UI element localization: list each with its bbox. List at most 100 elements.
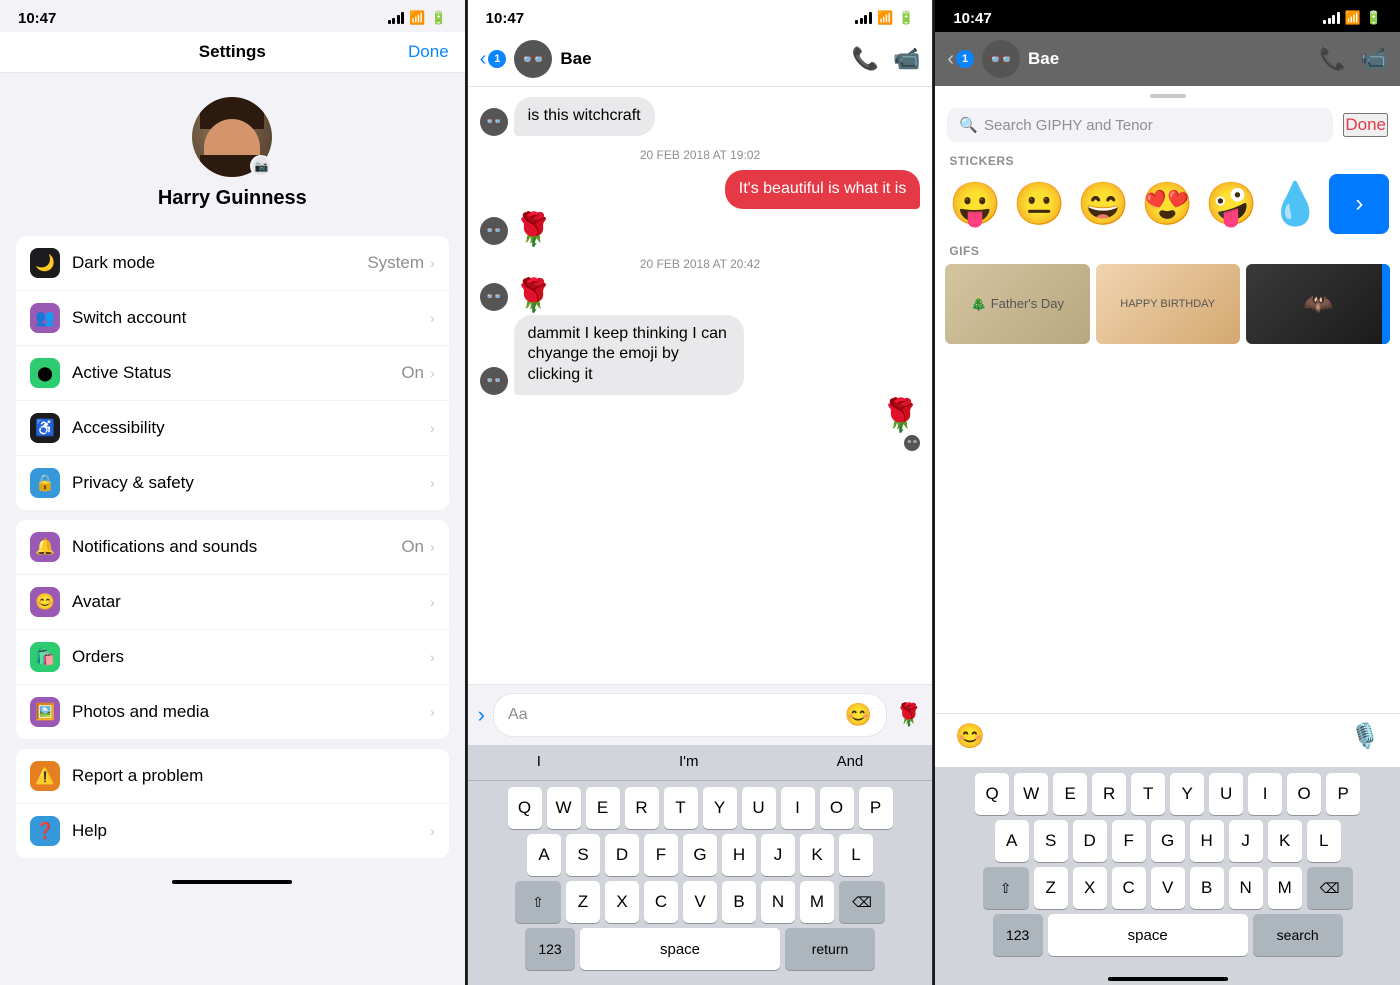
key-gif-l[interactable]: L <box>1307 820 1341 862</box>
key-i[interactable]: I <box>781 787 815 829</box>
sticker-more-button[interactable]: › <box>1329 174 1389 234</box>
key-c[interactable]: C <box>644 881 678 923</box>
chat-input-field[interactable]: Aa 😊 <box>493 693 887 737</box>
key-shift[interactable]: ⇧ <box>515 881 561 923</box>
settings-item-accessibility[interactable]: ♿ Accessibility › <box>16 401 449 456</box>
gif-movie[interactable]: 🦇 <box>1246 264 1390 344</box>
settings-item-switch-account[interactable]: 👥 Switch account › <box>16 291 449 346</box>
key-123[interactable]: 123 <box>525 928 575 970</box>
gif-phone-button[interactable]: 📞 <box>1319 46 1346 72</box>
phone-call-button[interactable]: 📞 <box>852 46 879 72</box>
sticker-laughing[interactable]: 😛 <box>945 174 1005 234</box>
settings-done-button[interactable]: Done <box>408 42 449 62</box>
gif-back-button[interactable]: ‹ 1 <box>947 48 974 71</box>
key-k[interactable]: K <box>800 834 834 876</box>
key-gif-s[interactable]: S <box>1034 820 1068 862</box>
expand-button[interactable]: › <box>478 702 485 728</box>
key-gif-space[interactable]: space <box>1048 914 1248 956</box>
key-backspace[interactable]: ⌫ <box>839 881 885 923</box>
gif-happy-birthday[interactable]: HAPPY BIRTHDAY <box>1096 264 1240 344</box>
key-gif-n[interactable]: N <box>1229 867 1263 909</box>
key-h[interactable]: H <box>722 834 756 876</box>
key-n[interactable]: N <box>761 881 795 923</box>
key-d[interactable]: D <box>605 834 639 876</box>
settings-item-help[interactable]: ❓ Help › <box>16 804 449 858</box>
key-gif-w[interactable]: W <box>1014 773 1048 815</box>
key-gif-o[interactable]: O <box>1287 773 1321 815</box>
key-gif-u[interactable]: U <box>1209 773 1243 815</box>
key-gif-q[interactable]: Q <box>975 773 1009 815</box>
sticker-hearts[interactable]: 😍 <box>1137 174 1197 234</box>
key-gif-k[interactable]: K <box>1268 820 1302 862</box>
gif-done-button[interactable]: Done <box>1343 113 1388 137</box>
key-gif-search[interactable]: search <box>1253 914 1343 956</box>
key-gif-y[interactable]: Y <box>1170 773 1204 815</box>
key-r[interactable]: R <box>625 787 659 829</box>
emoji-button[interactable]: 😊 <box>845 702 872 728</box>
key-f[interactable]: F <box>644 834 678 876</box>
key-gif-v[interactable]: V <box>1151 867 1185 909</box>
key-o[interactable]: O <box>820 787 854 829</box>
gif-search-bar[interactable]: 🔍 Search GIPHY and Tenor <box>947 108 1333 142</box>
key-gif-j[interactable]: J <box>1229 820 1263 862</box>
key-gif-b[interactable]: B <box>1190 867 1224 909</box>
microphone-icon[interactable]: 🎙️ <box>1350 722 1380 751</box>
key-gif-i[interactable]: I <box>1248 773 1282 815</box>
suggestion-i[interactable]: I <box>525 749 553 774</box>
key-y[interactable]: Y <box>703 787 737 829</box>
settings-item-privacy[interactable]: 🔒 Privacy & safety › <box>16 456 449 510</box>
key-gif-c[interactable]: C <box>1112 867 1146 909</box>
key-gif-f[interactable]: F <box>1112 820 1146 862</box>
key-p[interactable]: P <box>859 787 893 829</box>
suggestion-im[interactable]: I'm <box>667 749 711 774</box>
key-gif-d[interactable]: D <box>1073 820 1107 862</box>
key-e[interactable]: E <box>586 787 620 829</box>
key-gif-z[interactable]: Z <box>1034 867 1068 909</box>
suggestion-and[interactable]: And <box>825 749 876 774</box>
key-gif-h[interactable]: H <box>1190 820 1224 862</box>
key-l[interactable]: L <box>839 834 873 876</box>
key-return[interactable]: return <box>785 928 875 970</box>
key-u[interactable]: U <box>742 787 776 829</box>
key-t[interactable]: T <box>664 787 698 829</box>
key-a[interactable]: A <box>527 834 561 876</box>
key-gif-x[interactable]: X <box>1073 867 1107 909</box>
settings-item-photos[interactable]: 🖼️ Photos and media › <box>16 685 449 739</box>
key-v[interactable]: V <box>683 881 717 923</box>
key-gif-backspace[interactable]: ⌫ <box>1307 867 1353 909</box>
sticker-neutral[interactable]: 😐 <box>1009 174 1069 234</box>
key-space[interactable]: space <box>580 928 780 970</box>
key-s[interactable]: S <box>566 834 600 876</box>
settings-item-avatar[interactable]: 😊 Avatar › <box>16 575 449 630</box>
rose-send-button[interactable]: 🌹 <box>895 702 922 728</box>
chat-back-button[interactable]: ‹ 1 <box>480 48 507 71</box>
key-gif-123[interactable]: 123 <box>993 914 1043 956</box>
key-gif-e[interactable]: E <box>1053 773 1087 815</box>
key-w[interactable]: W <box>547 787 581 829</box>
key-gif-shift[interactable]: ⇧ <box>983 867 1029 909</box>
key-gif-g[interactable]: G <box>1151 820 1185 862</box>
sticker-drop[interactable]: 💧 <box>1265 174 1325 234</box>
key-x[interactable]: X <box>605 881 639 923</box>
settings-item-notifications[interactable]: 🔔 Notifications and sounds On › <box>16 520 449 575</box>
key-gif-p[interactable]: P <box>1326 773 1360 815</box>
emoji-bottom-icon[interactable]: 😊 <box>955 722 985 751</box>
key-gif-m[interactable]: M <box>1268 867 1302 909</box>
key-g[interactable]: G <box>683 834 717 876</box>
gif-video-button[interactable]: 📹 <box>1361 46 1388 72</box>
settings-item-report[interactable]: ⚠️ Report a problem <box>16 749 449 804</box>
sticker-wild[interactable]: 🤪 <box>1201 174 1261 234</box>
settings-item-orders[interactable]: 🛍️ Orders › <box>16 630 449 685</box>
gif-fathers-day[interactable]: 🎄 Father's Day <box>945 264 1089 344</box>
key-gif-a[interactable]: A <box>995 820 1029 862</box>
avatar-camera-icon[interactable]: 📷 <box>250 155 272 177</box>
key-m[interactable]: M <box>800 881 834 923</box>
key-z[interactable]: Z <box>566 881 600 923</box>
key-gif-t[interactable]: T <box>1131 773 1165 815</box>
key-gif-r[interactable]: R <box>1092 773 1126 815</box>
sticker-happy[interactable]: 😄 <box>1073 174 1133 234</box>
video-call-button[interactable]: 📹 <box>893 46 920 72</box>
key-b[interactable]: B <box>722 881 756 923</box>
key-q[interactable]: Q <box>508 787 542 829</box>
key-j[interactable]: J <box>761 834 795 876</box>
